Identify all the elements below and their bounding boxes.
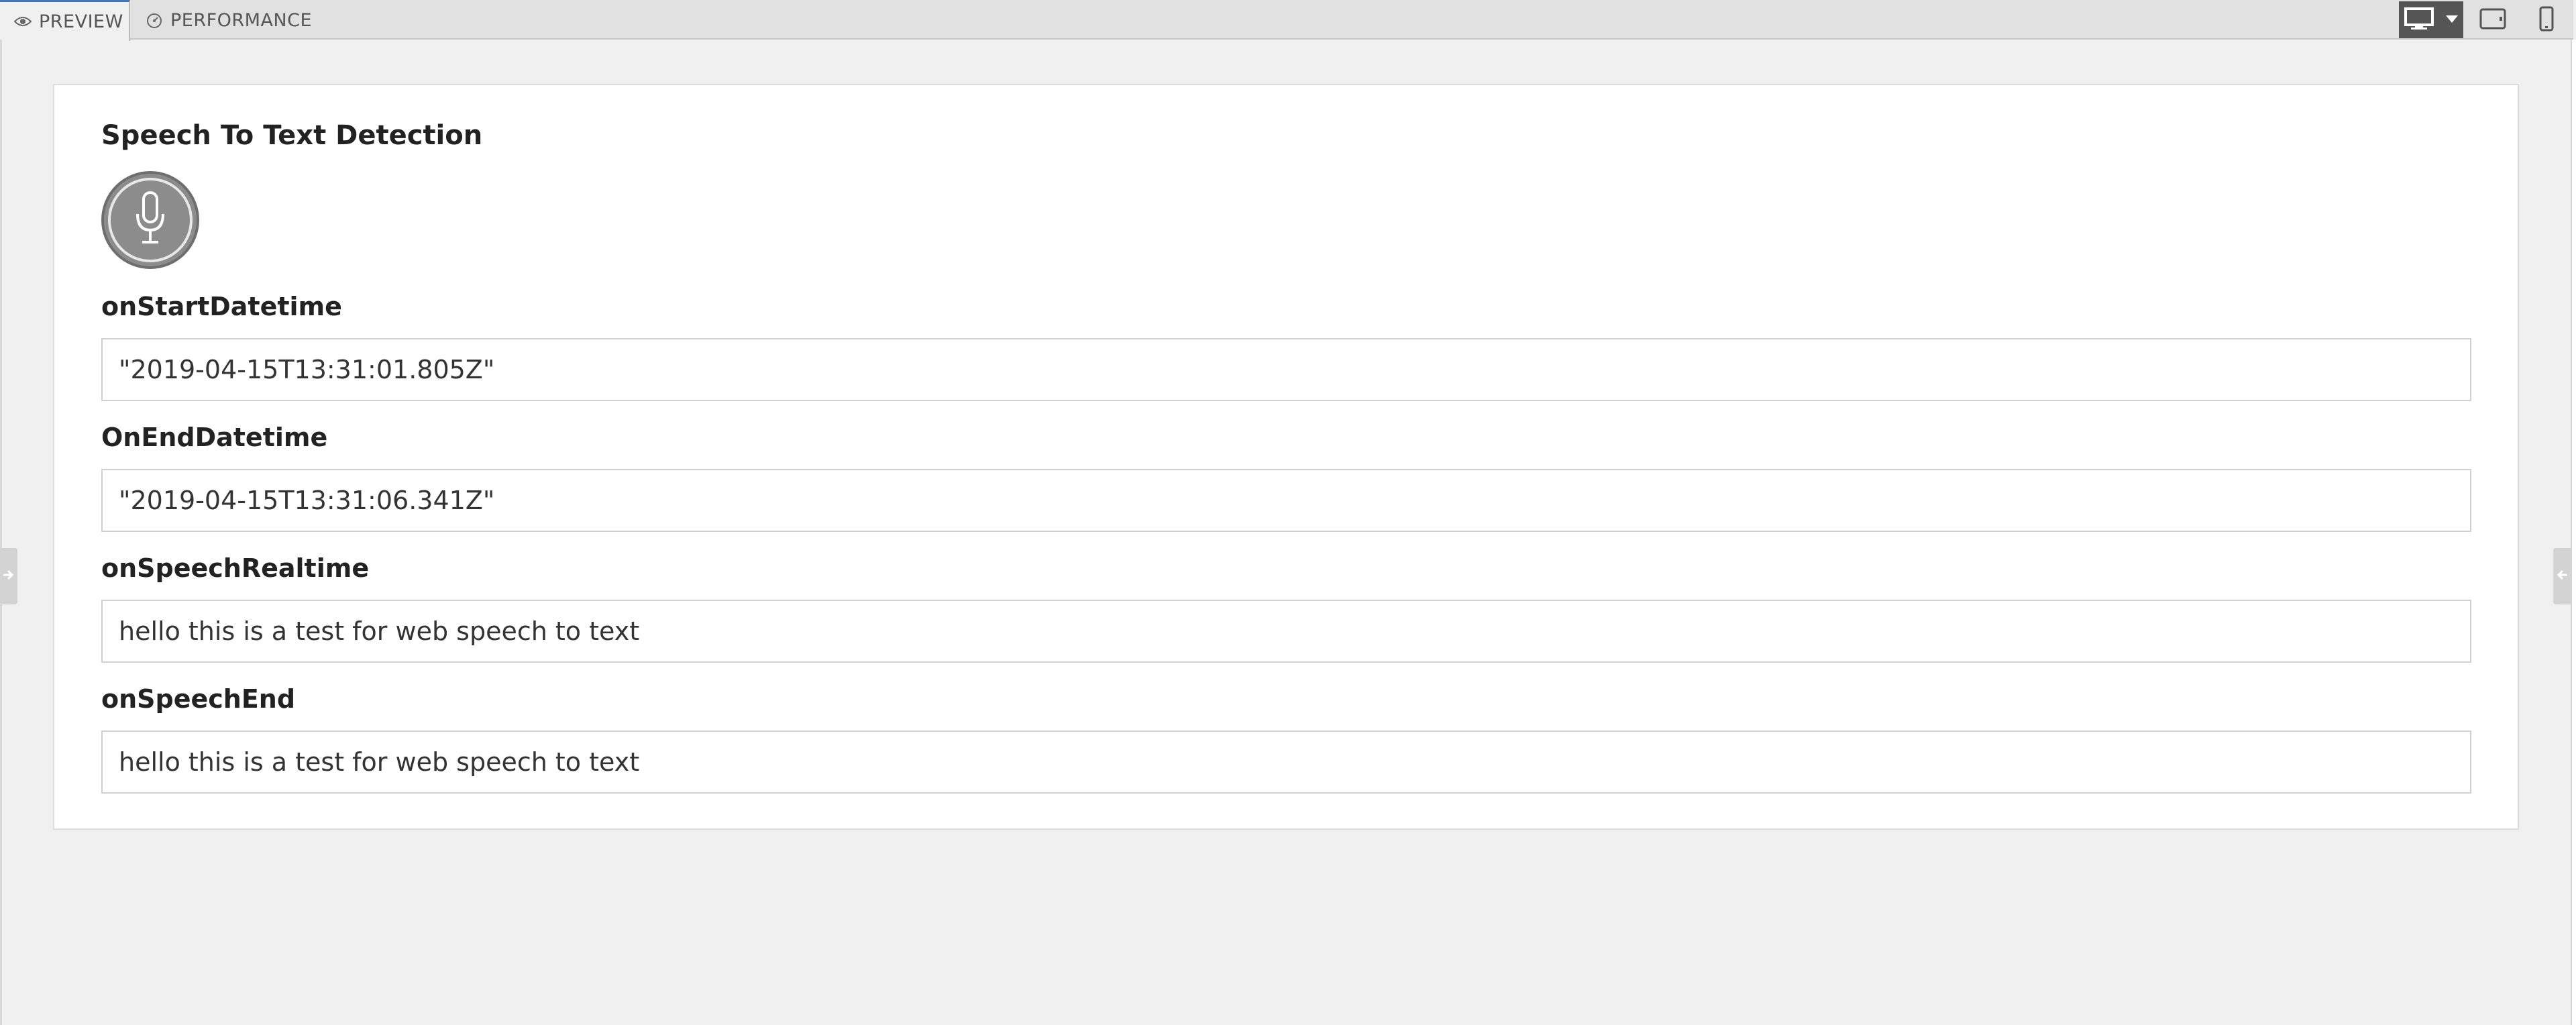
speech-widget-card: Speech To Text Detection onStartDatetime… bbox=[53, 84, 2519, 830]
on-speech-realtime-field[interactable] bbox=[101, 600, 2471, 663]
microphone-icon bbox=[134, 191, 166, 249]
expand-left-handle[interactable] bbox=[0, 548, 17, 604]
preview-window: PREVIEW PERFORMANCE Speech To Text Detec… bbox=[0, 0, 2576, 1025]
on-speech-realtime-label: onSpeechRealtime bbox=[101, 553, 370, 583]
on-speech-end-field[interactable] bbox=[101, 731, 2471, 794]
tablet-icon bbox=[2479, 7, 2506, 33]
gauge-icon bbox=[145, 11, 164, 30]
desktop-icon bbox=[2404, 7, 2446, 33]
on-end-datetime-label: OnEndDatetime bbox=[101, 423, 328, 452]
tab-preview-label: PREVIEW bbox=[39, 11, 123, 32]
tab-performance-label: PERFORMANCE bbox=[170, 10, 313, 31]
right-panel-edge bbox=[2571, 40, 2576, 1025]
widget-title: Speech To Text Detection bbox=[101, 120, 483, 151]
on-speech-end-label: onSpeechEnd bbox=[101, 684, 296, 714]
phone-icon bbox=[2539, 6, 2554, 34]
expand-right-handle[interactable] bbox=[2553, 548, 2571, 604]
tablet-view-button[interactable] bbox=[2463, 1, 2522, 38]
device-switcher bbox=[2399, 1, 2571, 38]
phone-view-button[interactable] bbox=[2522, 1, 2571, 38]
tab-performance[interactable]: PERFORMANCE bbox=[131, 0, 333, 41]
on-start-datetime-label: onStartDatetime bbox=[101, 292, 342, 321]
chevron-down-icon bbox=[2446, 13, 2458, 26]
on-start-datetime-field[interactable] bbox=[101, 338, 2471, 401]
microphone-button[interactable] bbox=[101, 171, 199, 269]
tab-bar: PREVIEW PERFORMANCE bbox=[0, 0, 2573, 41]
arrow-right-icon bbox=[2, 568, 15, 584]
eye-icon bbox=[13, 12, 32, 31]
microphone-button-ring bbox=[108, 178, 193, 262]
desktop-view-button[interactable] bbox=[2399, 1, 2463, 38]
tab-preview[interactable]: PREVIEW bbox=[0, 0, 130, 41]
arrow-left-icon bbox=[2555, 568, 2569, 584]
on-end-datetime-field[interactable] bbox=[101, 469, 2471, 532]
left-panel-edge bbox=[0, 40, 2, 1025]
